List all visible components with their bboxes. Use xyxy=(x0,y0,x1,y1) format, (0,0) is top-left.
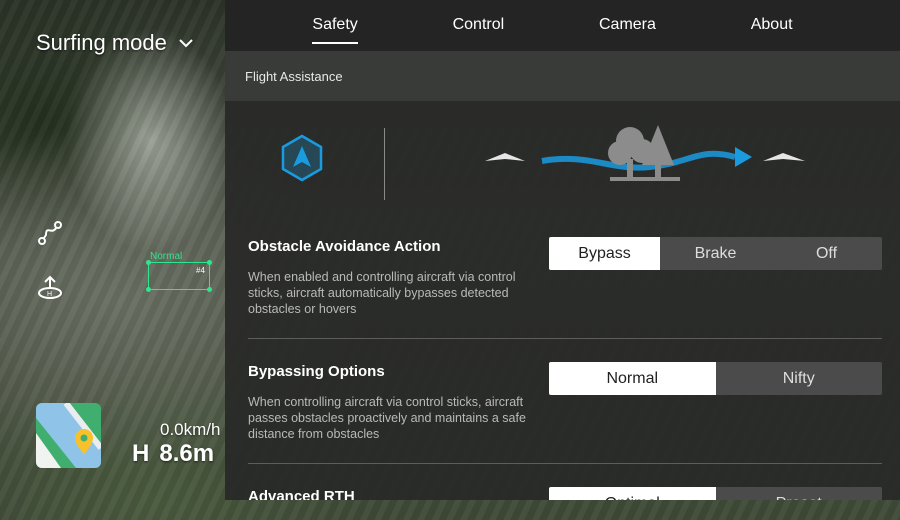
option-off[interactable]: Off xyxy=(771,237,882,270)
return-home-icon[interactable]: H xyxy=(36,274,64,302)
tracking-id: #4 xyxy=(196,266,205,275)
tab-about[interactable]: About xyxy=(751,16,793,44)
bypass-path-illustration xyxy=(485,125,805,181)
bypassing-options-selector: Normal Nifty xyxy=(549,362,882,395)
divider xyxy=(248,338,882,339)
bypassing-options-description: When controlling aircraft via control st… xyxy=(248,395,526,441)
obstacle-avoidance-selector: Bypass Brake Off xyxy=(549,237,882,270)
option-normal[interactable]: Normal xyxy=(549,362,716,395)
divider xyxy=(248,463,882,464)
speed-readout: 0.0km/h xyxy=(160,420,221,439)
settings-panel: Safety Control Camera About Flight Assis… xyxy=(225,0,900,500)
avoidance-mode-icon xyxy=(281,134,323,182)
option-brake[interactable]: Brake xyxy=(660,237,771,270)
waypoint-route-icon[interactable] xyxy=(36,219,64,247)
flight-mode-selector[interactable]: Surfing mode xyxy=(36,30,195,56)
section-title: Flight Assistance xyxy=(245,68,343,84)
option-preset[interactable]: Preset xyxy=(716,487,883,501)
height-value: 8.6m xyxy=(159,440,215,467)
obstacle-avoidance-description: When enabled and controlling aircraft vi… xyxy=(248,270,516,316)
map-icon xyxy=(36,403,101,468)
height-prefix: H xyxy=(132,440,150,467)
advanced-rth-selector: Optimal Preset xyxy=(549,487,882,500)
option-optimal[interactable]: Optimal xyxy=(549,487,716,500)
option-bypass[interactable]: Bypass xyxy=(549,237,660,270)
settings-tabs: Safety Control Camera About xyxy=(225,0,900,51)
svg-text:H: H xyxy=(47,291,52,298)
chevron-down-icon xyxy=(179,39,193,48)
tab-safety[interactable]: Safety xyxy=(312,16,359,44)
illustration-divider xyxy=(384,128,385,200)
option-nifty[interactable]: Nifty xyxy=(716,362,883,395)
flight-mode-label: Surfing mode xyxy=(36,30,167,55)
section-header: Flight Assistance xyxy=(225,51,900,101)
obstacle-illustration xyxy=(225,101,900,226)
map-button[interactable] xyxy=(36,403,101,468)
tab-control[interactable]: Control xyxy=(453,16,505,44)
tracking-label: Normal xyxy=(150,251,183,262)
height-readout: H 8.6m xyxy=(132,440,214,468)
tab-camera[interactable]: Camera xyxy=(599,16,656,44)
